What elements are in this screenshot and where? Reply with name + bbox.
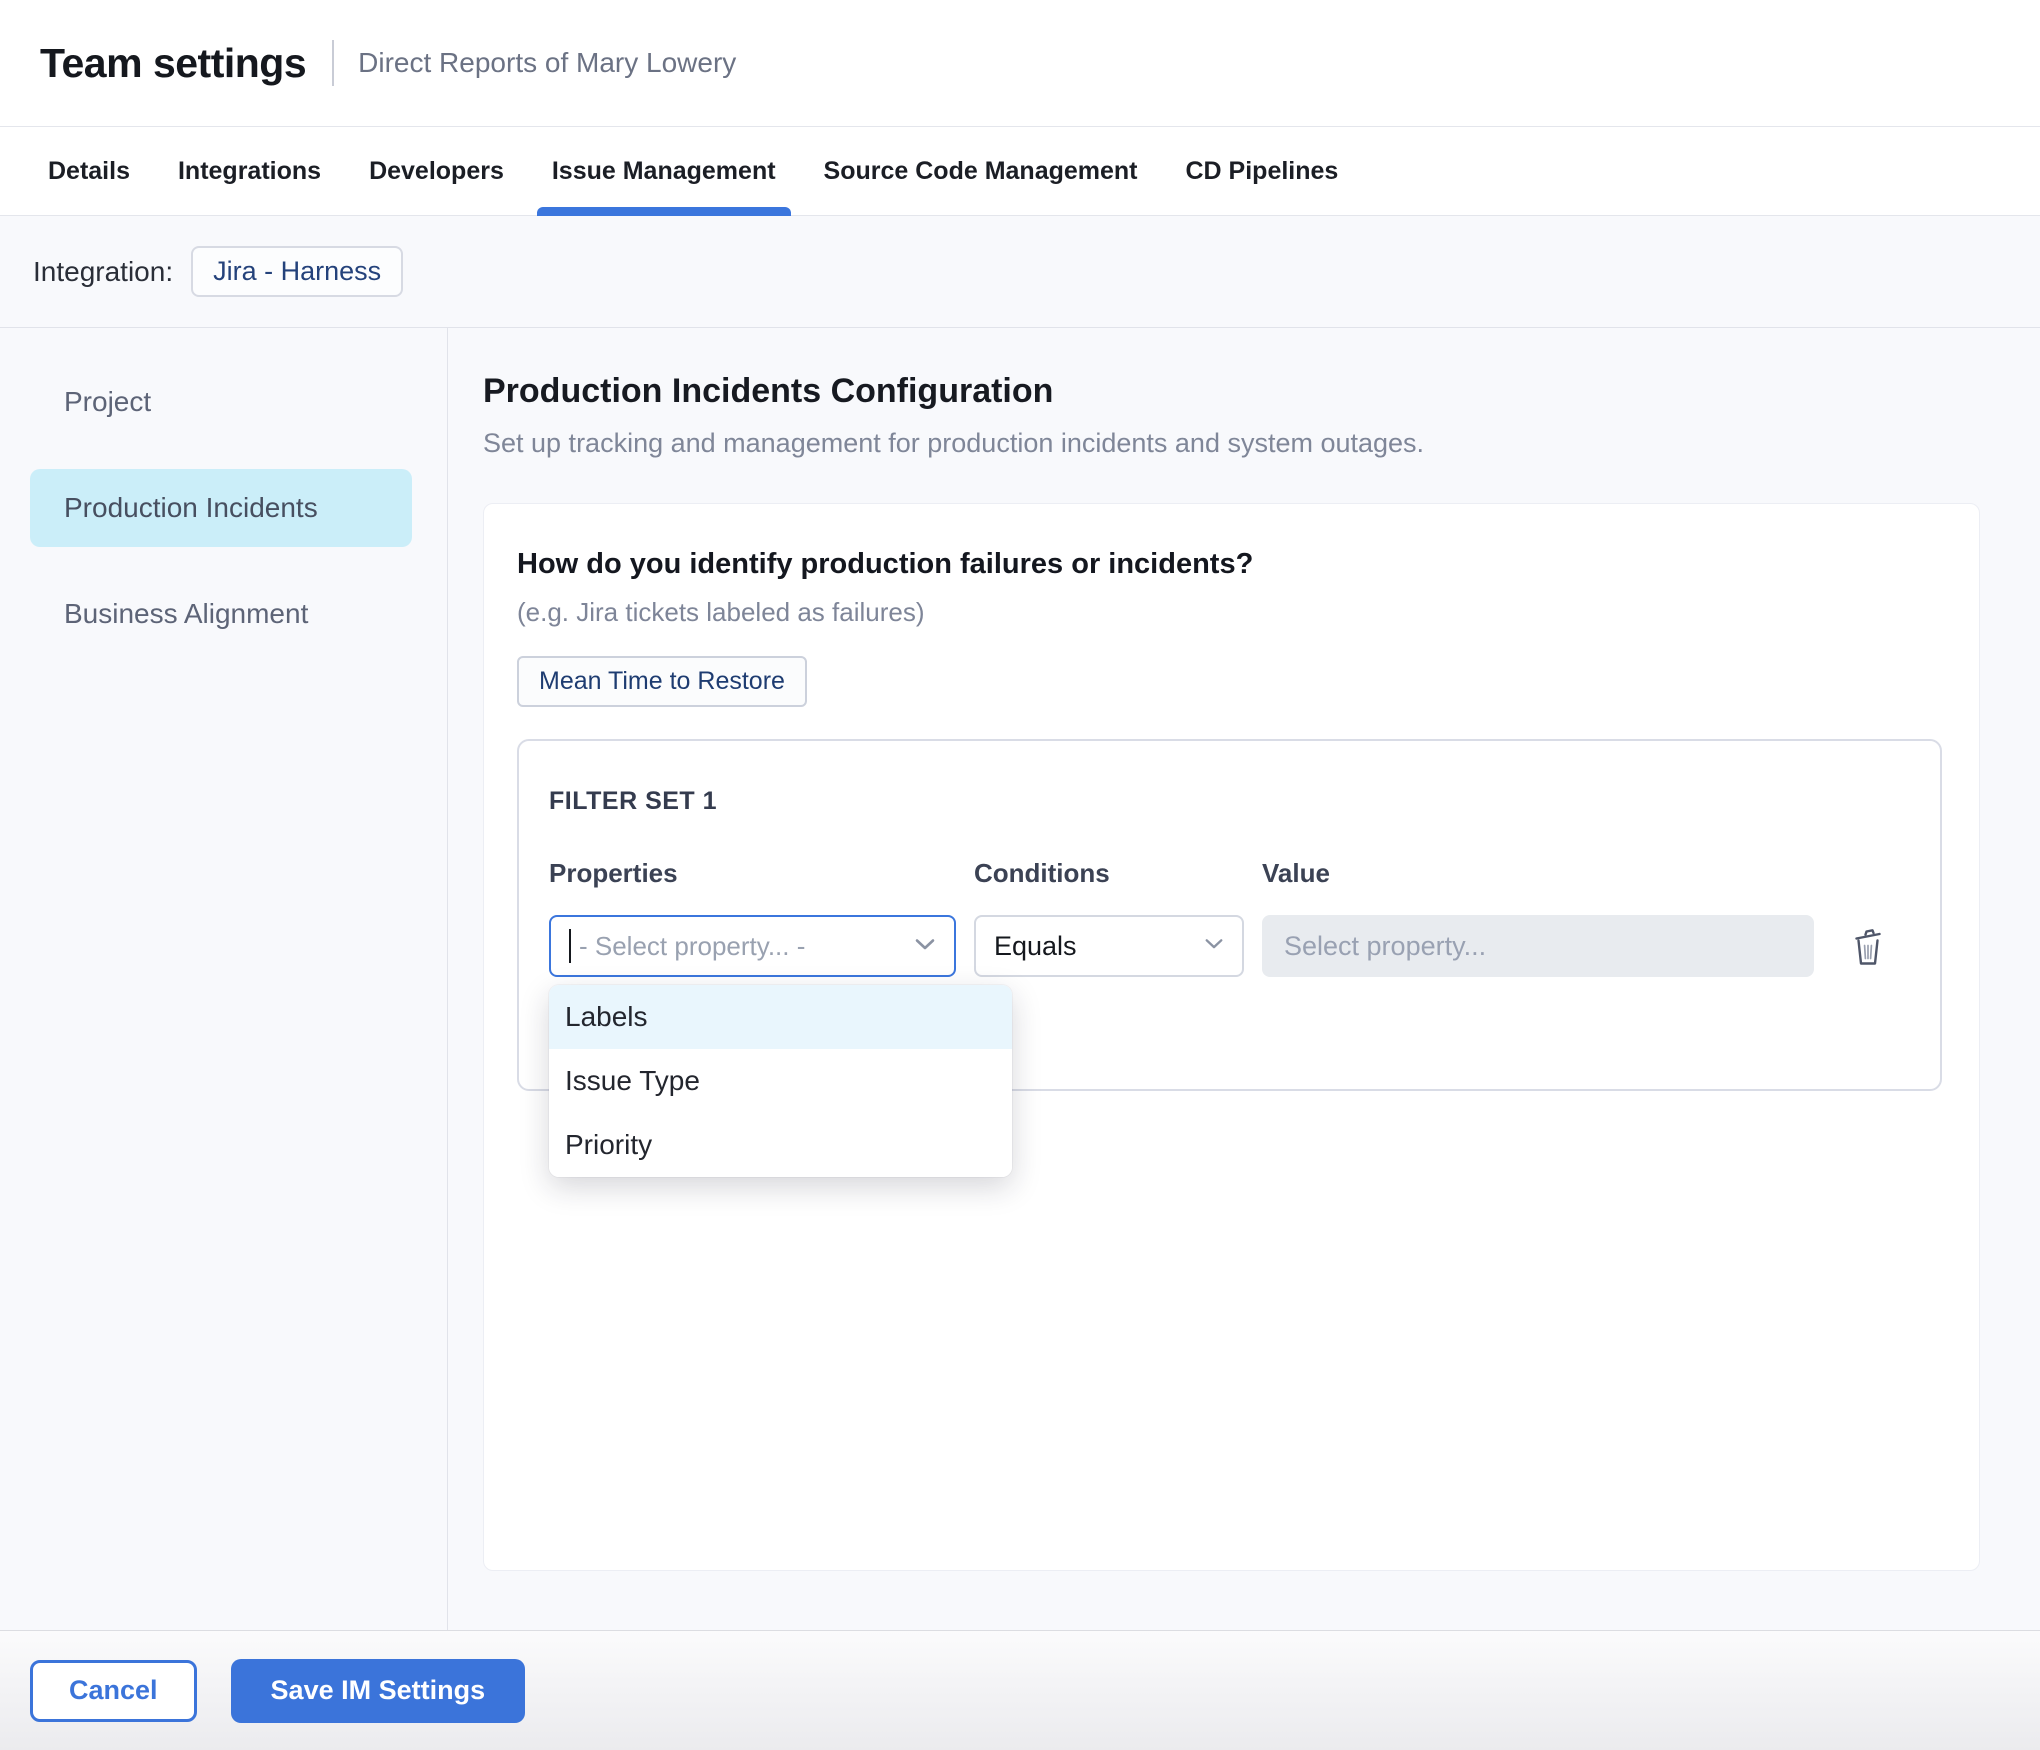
properties-column-label: Properties [549,858,956,889]
filter-grid: Properties Conditions Value - Select pro… [549,858,1910,977]
tab-cd-pipelines[interactable]: CD Pipelines [1171,127,1354,215]
tab-bar: Details Integrations Developers Issue Ma… [0,127,2040,216]
text-cursor [569,929,571,963]
dropdown-item-priority[interactable]: Priority [549,1113,1012,1177]
content-area: Project Production Incidents Business Al… [0,327,2040,1630]
conditions-select[interactable]: Equals [974,915,1244,977]
value-column-label: Value [1262,858,1814,889]
chevron-down-icon [914,937,936,956]
cancel-button[interactable]: Cancel [30,1660,197,1722]
tab-developers[interactable]: Developers [354,127,519,215]
main-panel: Production Incidents Configuration Set u… [448,328,2040,1630]
page-subtitle: Direct Reports of Mary Lowery [358,47,736,79]
integration-label: Integration: [33,256,173,288]
section-subtitle: Set up tracking and management for produ… [483,427,2040,459]
sidebar-item-project[interactable]: Project [30,363,412,441]
filter-set-panel: FILTER SET 1 Properties Conditions Value… [517,739,1942,1091]
filter-set-title: FILTER SET 1 [549,787,1910,816]
sidebar-item-production-incidents[interactable]: Production Incidents [30,469,412,547]
delete-filter-button[interactable] [1844,926,1892,966]
page-header: Team settings Direct Reports of Mary Low… [0,0,2040,127]
page-title: Team settings [40,40,306,87]
integration-chip[interactable]: Jira - Harness [191,246,403,297]
mean-time-to-restore-chip[interactable]: Mean Time to Restore [517,656,807,707]
section-title: Production Incidents Configuration [483,371,2040,411]
property-select[interactable]: - Select property... - [549,915,956,977]
tab-issue-management[interactable]: Issue Management [537,127,791,215]
chevron-down-icon [1204,937,1224,955]
incidents-config-card: How do you identify production failures … [483,503,1980,1571]
tab-source-code-management[interactable]: Source Code Management [809,127,1153,215]
value-input[interactable] [1262,915,1814,977]
conditions-column-label: Conditions [974,858,1244,889]
integration-row: Integration: Jira - Harness [0,216,2040,327]
question-heading: How do you identify production failures … [517,546,1945,582]
save-im-settings-button[interactable]: Save IM Settings [231,1659,526,1723]
property-select-wrap: - Select property... - Labels Issue Type… [549,915,956,977]
trash-icon [1851,954,1885,969]
tab-details[interactable]: Details [33,127,145,215]
dropdown-item-labels[interactable]: Labels [549,985,1012,1049]
title-divider [332,40,334,86]
footer-bar: Cancel Save IM Settings [0,1630,2040,1750]
question-hint: (e.g. Jira tickets labeled as failures) [517,596,1945,628]
dropdown-item-issue-type[interactable]: Issue Type [549,1049,1012,1113]
property-select-placeholder: - Select property... - [579,931,904,962]
conditions-select-value: Equals [994,931,1194,962]
tab-integrations[interactable]: Integrations [163,127,336,215]
settings-sidebar: Project Production Incidents Business Al… [0,328,448,1630]
value-field-wrap [1262,915,1814,977]
property-dropdown: Labels Issue Type Priority [549,985,1012,1177]
sidebar-item-business-alignment[interactable]: Business Alignment [30,575,412,653]
